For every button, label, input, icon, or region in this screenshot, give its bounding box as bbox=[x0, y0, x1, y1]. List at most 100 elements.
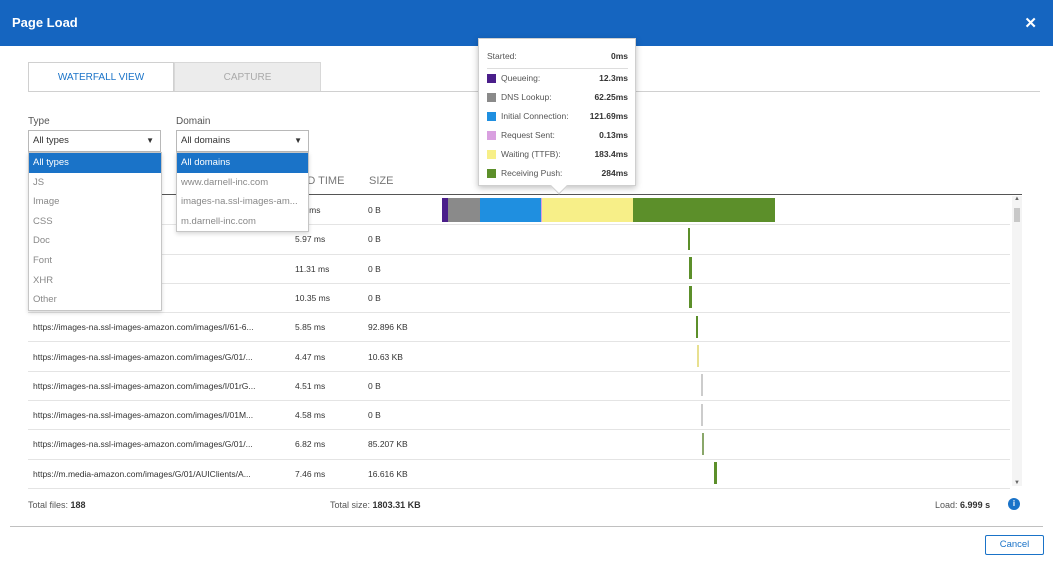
row-url: https://m.media-amazon.com/images/G/01/A… bbox=[33, 468, 251, 479]
waterfall-bar[interactable] bbox=[702, 433, 704, 455]
domain-option[interactable]: m.darnell-inc.com bbox=[177, 212, 308, 232]
type-option[interactable]: JS bbox=[29, 173, 161, 193]
column-header-size[interactable]: SIZE bbox=[369, 175, 393, 187]
row-load-time: 5.97 ms bbox=[295, 234, 326, 245]
type-option[interactable]: Font bbox=[29, 251, 161, 271]
tooltip-started-value: 0ms bbox=[610, 51, 628, 61]
total-size-label: Total size: bbox=[330, 500, 371, 510]
load-time: Load: 6.999 s bbox=[935, 500, 990, 510]
row-load-time: 11.31 ms bbox=[295, 263, 330, 274]
legend-swatch bbox=[487, 93, 496, 102]
row-size: 0 B bbox=[368, 410, 381, 421]
row-load-time: 5.85 ms bbox=[295, 322, 326, 333]
waterfall-segment-connection[interactable] bbox=[480, 198, 541, 222]
type-option[interactable]: Image bbox=[29, 192, 161, 212]
tooltip-timing-label: Receiving Push: bbox=[501, 168, 563, 178]
row-url: https://images-na.ssl-images-amazon.com/… bbox=[33, 410, 254, 421]
waterfall-bar[interactable] bbox=[697, 345, 699, 367]
timing-tooltip: Started: 0ms Queueing: 12.3ms DNS Lookup: 6… bbox=[478, 38, 636, 195]
total-files-label: Total files: bbox=[28, 500, 69, 510]
waterfall-segment-dns[interactable] bbox=[448, 198, 480, 222]
table-row[interactable]: https://m.media-amazon.com/images/G/01/A… bbox=[28, 460, 1010, 489]
domain-option[interactable]: images-na.ssl-images-am... bbox=[177, 192, 308, 212]
table-row[interactable]: https://images-na.ssl-images-amazon.com/… bbox=[28, 343, 1010, 372]
tooltip-timing-row: Queueing: 12.3ms bbox=[487, 72, 628, 86]
tooltip-timing-label: Queueing: bbox=[501, 73, 541, 83]
legend-swatch bbox=[487, 112, 496, 121]
scroll-down-icon[interactable]: ▼ bbox=[1014, 480, 1020, 486]
type-option[interactable]: All types bbox=[29, 153, 161, 173]
total-size-value: 1803.31 KB bbox=[372, 500, 421, 510]
legend-swatch bbox=[487, 74, 496, 83]
tooltip-timing-value: 62.25ms bbox=[594, 92, 628, 102]
row-url: https://images-na.ssl-images-amazon.com/… bbox=[33, 439, 253, 450]
legend-swatch bbox=[487, 169, 496, 178]
tooltip-started-row: Started: 0ms bbox=[487, 50, 628, 64]
waterfall-bar[interactable] bbox=[701, 404, 703, 426]
row-size: 92.896 KB bbox=[368, 322, 408, 333]
table-row[interactable]: amazon.com/images/I/41ic...11.31 ms0 B bbox=[28, 255, 1010, 284]
tooltip-timing-value: 12.3ms bbox=[599, 73, 628, 83]
domain-dropdown-menu: All domains www.darnell-inc.com images-na.… bbox=[176, 152, 309, 233]
domain-option[interactable]: www.darnell-inc.com bbox=[177, 173, 308, 193]
info-icon[interactable]: i bbox=[1008, 498, 1020, 510]
waterfall-segment-waiting[interactable] bbox=[542, 198, 633, 222]
type-option[interactable]: CSS bbox=[29, 212, 161, 232]
tooltip-timing-value: 0.13ms bbox=[599, 130, 628, 140]
tab-capture[interactable]: CAPTURE bbox=[174, 62, 321, 92]
row-url: https://images-na.ssl-images-amazon.com/… bbox=[33, 380, 256, 391]
table-row[interactable]: https://images-na.ssl-images-amazon.com/… bbox=[28, 401, 1010, 431]
type-filter-label: Type bbox=[28, 116, 50, 127]
scroll-up-icon[interactable]: ▲ bbox=[1014, 196, 1020, 202]
row-load-time: 4.58 ms bbox=[295, 410, 326, 421]
waterfall-bar[interactable] bbox=[688, 228, 690, 250]
waterfall-bar[interactable] bbox=[714, 462, 717, 484]
row-load-time: 6.82 ms bbox=[295, 439, 326, 450]
table-scrollbar[interactable]: ▲ ▼ bbox=[1012, 196, 1022, 486]
tooltip-timing-label: DNS Lookup: bbox=[501, 92, 552, 102]
tab-waterfall-view[interactable]: WATERFALL VIEW bbox=[28, 62, 174, 92]
cancel-button[interactable]: Cancel bbox=[985, 535, 1044, 555]
table-row[interactable]: https://images-na.ssl-images-amazon.com/… bbox=[28, 372, 1010, 402]
table-row[interactable]: https://images-na.ssl-images-amazon.com/… bbox=[28, 430, 1010, 460]
type-option[interactable]: XHR bbox=[29, 271, 161, 291]
row-load-time: 4.51 ms bbox=[295, 380, 326, 391]
waterfall-segment-receiving[interactable] bbox=[633, 198, 775, 222]
row-url: https://images-na.ssl-images-amazon.com/… bbox=[33, 322, 254, 333]
type-option[interactable]: Other bbox=[29, 290, 161, 310]
scrollbar-thumb[interactable] bbox=[1014, 208, 1020, 222]
waterfall-bar[interactable] bbox=[701, 374, 703, 396]
row-size: 0 B bbox=[368, 380, 381, 391]
window-title: Page Load bbox=[12, 15, 78, 30]
row-load-time: 7.46 ms bbox=[295, 468, 326, 479]
load-label: Load: bbox=[935, 500, 958, 510]
tooltip-timing-label: Initial Connection: bbox=[501, 111, 569, 121]
tooltip-timing-row: Initial Connection: 121.69ms bbox=[487, 110, 628, 124]
domain-select[interactable]: All domains ▼ bbox=[176, 130, 309, 152]
type-dropdown-menu: All types JS Image CSS Doc Font XHR Other bbox=[28, 152, 162, 311]
footer-divider bbox=[10, 526, 1043, 527]
tooltip-timing-row: Request Sent: 0.13ms bbox=[487, 129, 628, 143]
table-row[interactable]: https://images-na.ssl-images-amazon.com/… bbox=[28, 313, 1010, 343]
tooltip-started-label: Started: bbox=[487, 51, 517, 61]
waterfall-bar[interactable] bbox=[689, 257, 692, 279]
row-size: 0 B bbox=[368, 292, 381, 303]
tooltip-timing-row: Waiting (TTFB): 183.4ms bbox=[487, 148, 628, 162]
domain-option[interactable]: All domains bbox=[177, 153, 308, 173]
chevron-down-icon: ▼ bbox=[146, 136, 154, 145]
type-select[interactable]: All types ▼ bbox=[28, 130, 161, 152]
tooltip-timing-value: 183.4ms bbox=[594, 149, 628, 159]
table-row[interactable]: amazon.com/images/I/41fr...10.35 ms0 B bbox=[28, 284, 1010, 314]
waterfall-bar[interactable] bbox=[689, 286, 692, 308]
row-size: 0 B bbox=[368, 234, 381, 245]
type-option[interactable]: Doc bbox=[29, 231, 161, 251]
row-size: 10.63 KB bbox=[368, 351, 403, 362]
row-load-time: 4.47 ms bbox=[295, 351, 326, 362]
load-value: 6.999 s bbox=[960, 500, 991, 510]
row-url: https://images-na.ssl-images-amazon.com/… bbox=[33, 351, 253, 362]
close-icon[interactable]: ✕ bbox=[1024, 14, 1037, 32]
waterfall-bar[interactable] bbox=[696, 316, 698, 338]
row-load-time: 10.35 ms bbox=[295, 292, 330, 303]
tooltip-timing-label: Request Sent: bbox=[501, 130, 555, 140]
tooltip-timing-row: DNS Lookup: 62.25ms bbox=[487, 91, 628, 105]
